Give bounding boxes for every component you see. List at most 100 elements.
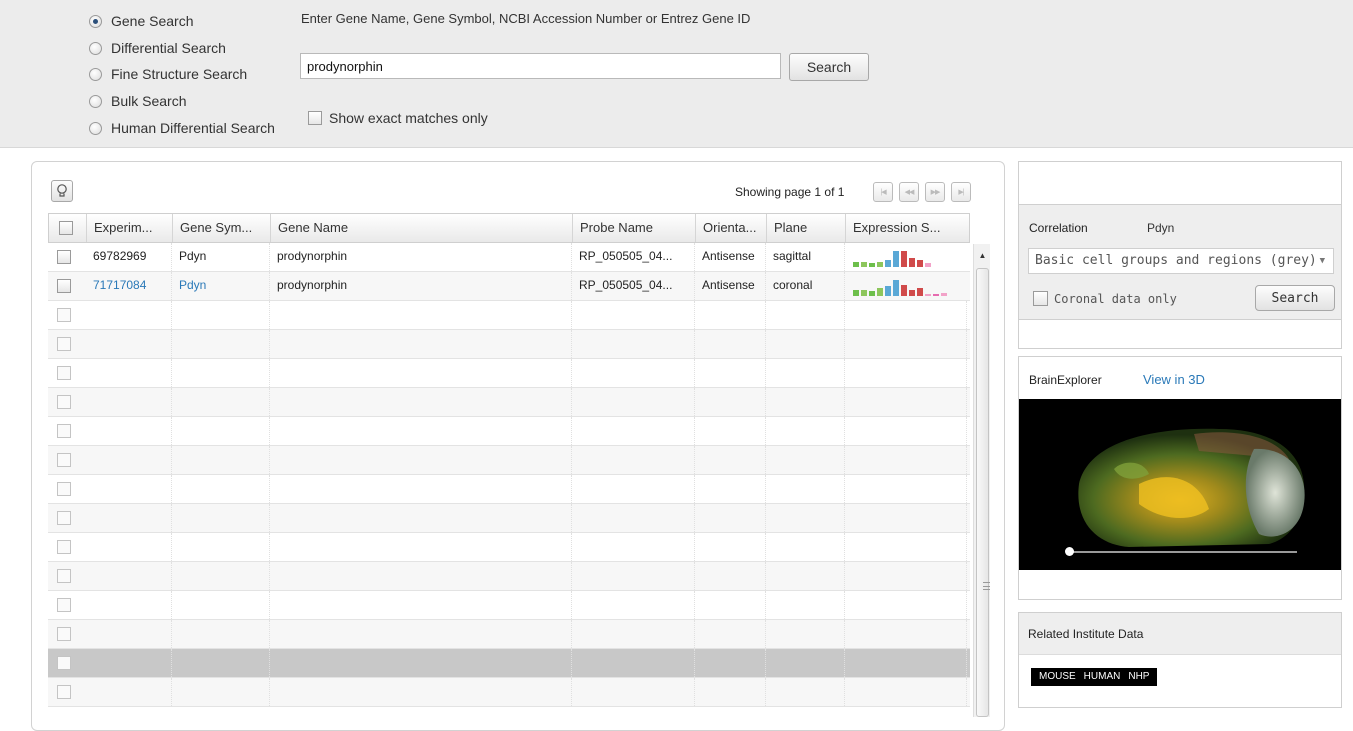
scroll-up-arrow-icon[interactable]: ▲ bbox=[974, 244, 991, 266]
radio-button[interactable] bbox=[89, 67, 102, 81]
column-header-gene-symbol[interactable]: Gene Sym... bbox=[173, 214, 271, 242]
empty-cell bbox=[695, 533, 766, 561]
exact-matches-checkbox[interactable] bbox=[308, 111, 322, 125]
column-header-probe-name[interactable]: Probe Name bbox=[573, 214, 696, 242]
row-checkbox[interactable] bbox=[57, 540, 71, 554]
correlation-label: Correlation bbox=[1029, 221, 1088, 235]
row-checkbox[interactable] bbox=[57, 453, 71, 467]
expression-summary-chart[interactable] bbox=[853, 249, 953, 267]
row-checkbox[interactable] bbox=[57, 511, 71, 525]
search-button[interactable]: Search bbox=[789, 53, 869, 81]
column-header-expression[interactable]: Expression S... bbox=[846, 214, 968, 242]
last-page-button[interactable]: ▶| bbox=[951, 182, 971, 202]
radio-button[interactable] bbox=[89, 121, 102, 135]
table-row[interactable] bbox=[48, 533, 970, 562]
empty-cell bbox=[845, 504, 967, 532]
radio-button[interactable] bbox=[89, 94, 102, 108]
radio-fine-structure-search[interactable]: Fine Structure Search bbox=[89, 64, 247, 84]
structure-select[interactable]: Basic cell groups and regions (grey) ▼ bbox=[1028, 248, 1334, 274]
empty-cell bbox=[766, 533, 845, 561]
correlation-panel: Correlation Pdyn Basic cell groups and r… bbox=[1018, 161, 1342, 349]
row-checkbox[interactable] bbox=[57, 656, 71, 670]
first-page-button[interactable]: |◀ bbox=[873, 182, 893, 202]
row-checkbox[interactable] bbox=[57, 366, 71, 380]
row-checkbox[interactable] bbox=[57, 395, 71, 409]
table-row[interactable] bbox=[48, 475, 970, 504]
help-button[interactable] bbox=[51, 180, 73, 202]
previous-page-button[interactable]: ◀◀ bbox=[899, 182, 919, 202]
radio-button[interactable] bbox=[89, 14, 102, 28]
row-checkbox[interactable] bbox=[57, 279, 71, 293]
expression-bar bbox=[917, 288, 923, 296]
empty-cell bbox=[172, 649, 270, 677]
table-row[interactable] bbox=[48, 678, 970, 707]
empty-cell bbox=[572, 533, 695, 561]
row-checkbox[interactable] bbox=[57, 685, 71, 699]
correlation-search-button[interactable]: Search bbox=[1255, 285, 1335, 311]
radio-bulk-search[interactable]: Bulk Search bbox=[89, 91, 186, 111]
empty-cell bbox=[766, 388, 845, 416]
column-header-orientation[interactable]: Orienta... bbox=[696, 214, 767, 242]
table-row[interactable] bbox=[48, 417, 970, 446]
empty-cell bbox=[695, 301, 766, 329]
row-checkbox[interactable] bbox=[57, 308, 71, 322]
coronal-only-checkbox[interactable] bbox=[1033, 291, 1048, 306]
empty-cell bbox=[270, 562, 572, 590]
radio-gene-search[interactable]: Gene Search bbox=[89, 11, 194, 31]
table-row[interactable]: 71717084 Pdyn prodynorphin RP_050505_04.… bbox=[48, 272, 970, 301]
brain-3d-preview[interactable] bbox=[1019, 399, 1341, 570]
radio-label: Differential Search bbox=[111, 40, 226, 56]
expression-bar bbox=[893, 280, 899, 296]
expression-bar bbox=[925, 263, 931, 267]
table-row[interactable] bbox=[48, 591, 970, 620]
table-row[interactable] bbox=[48, 504, 970, 533]
experiment-link[interactable]: 71717084 bbox=[86, 272, 172, 300]
gene-search-input[interactable] bbox=[300, 53, 781, 79]
empty-cell bbox=[766, 446, 845, 474]
radio-button[interactable] bbox=[89, 41, 102, 55]
related-data-tags: MOUSE HUMAN NHP bbox=[1031, 668, 1158, 686]
column-header-experiment[interactable]: Experim... bbox=[87, 214, 173, 242]
next-page-button[interactable]: ▶▶ bbox=[925, 182, 945, 202]
empty-cell bbox=[572, 475, 695, 503]
table-row[interactable] bbox=[48, 620, 970, 649]
table-row[interactable] bbox=[48, 301, 970, 330]
empty-cell bbox=[270, 359, 572, 387]
row-checkbox[interactable] bbox=[57, 337, 71, 351]
gene-symbol-link[interactable]: Pdyn bbox=[172, 272, 270, 300]
table-row[interactable]: 69782969 Pdyn prodynorphin RP_050505_04.… bbox=[48, 243, 970, 272]
tag-nhp[interactable]: NHP bbox=[1128, 668, 1149, 686]
table-row[interactable] bbox=[48, 330, 970, 359]
radio-human-differential-search[interactable]: Human Differential Search bbox=[89, 118, 275, 138]
row-checkbox[interactable] bbox=[57, 250, 71, 264]
column-header-plane[interactable]: Plane bbox=[767, 214, 846, 242]
tag-human[interactable]: HUMAN bbox=[1084, 668, 1121, 686]
slice-slider-track[interactable] bbox=[1069, 551, 1297, 553]
empty-cell bbox=[845, 446, 967, 474]
table-row[interactable] bbox=[48, 446, 970, 475]
row-checkbox[interactable] bbox=[57, 482, 71, 496]
structure-select-value: Basic cell groups and regions (grey) bbox=[1035, 253, 1317, 268]
row-checkbox[interactable] bbox=[57, 598, 71, 612]
table-row[interactable] bbox=[48, 562, 970, 591]
row-checkbox[interactable] bbox=[57, 424, 71, 438]
tag-mouse[interactable]: MOUSE bbox=[1039, 668, 1076, 686]
empty-cell bbox=[86, 562, 172, 590]
column-header-gene-name[interactable]: Gene Name bbox=[271, 214, 573, 242]
exact-matches-option[interactable]: Show exact matches only bbox=[308, 110, 488, 126]
table-row[interactable] bbox=[48, 388, 970, 417]
row-checkbox[interactable] bbox=[57, 569, 71, 583]
results-scrollbar[interactable]: ▲ bbox=[973, 244, 990, 717]
radio-differential-search[interactable]: Differential Search bbox=[89, 38, 226, 58]
scroll-thumb[interactable] bbox=[976, 268, 989, 717]
empty-cell bbox=[766, 301, 845, 329]
coronal-only-option[interactable]: Coronal data only bbox=[1033, 291, 1177, 306]
view-in-3d-link[interactable]: View in 3D bbox=[1143, 372, 1205, 387]
slice-slider-handle[interactable] bbox=[1065, 547, 1074, 556]
row-checkbox[interactable] bbox=[57, 627, 71, 641]
select-all-checkbox[interactable] bbox=[59, 221, 73, 235]
empty-cell bbox=[845, 649, 967, 677]
table-row[interactable] bbox=[48, 649, 970, 678]
expression-summary-chart[interactable] bbox=[853, 278, 953, 296]
table-row[interactable] bbox=[48, 359, 970, 388]
